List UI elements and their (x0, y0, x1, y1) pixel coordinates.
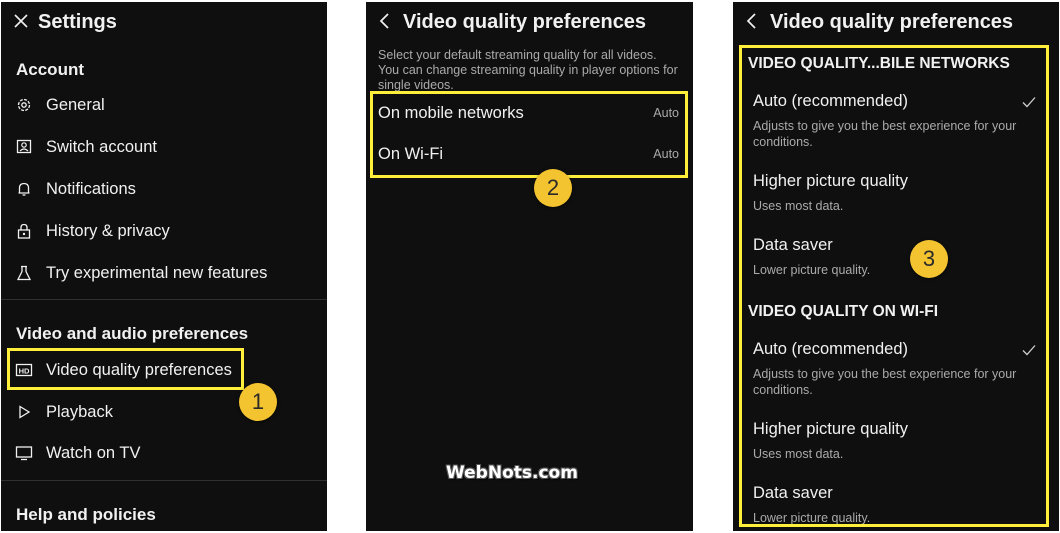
page-title: Video quality preferences (403, 10, 647, 33)
step-badge-3: 3 (910, 240, 948, 278)
help-section-title: Help and policies (16, 505, 156, 524)
back-arrow-icon[interactable] (376, 12, 394, 30)
menu-item-label: History & privacy (46, 221, 170, 240)
divider (1, 299, 327, 300)
switch-account-icon (15, 138, 33, 156)
close-icon[interactable] (13, 13, 29, 29)
menu-item-label: Watch on TV (46, 443, 141, 462)
quality-options-header: Video quality preferences (733, 2, 1059, 42)
video-quality-header: Video quality preferences (366, 2, 693, 42)
tv-icon (15, 444, 33, 462)
play-icon (15, 403, 33, 421)
menu-item-notifications[interactable]: Notifications (1, 171, 327, 207)
menu-item-watch-on-tv[interactable]: Watch on TV (1, 435, 327, 471)
menu-item-experimental-features[interactable]: Try experimental new features (1, 255, 327, 291)
account-section-title: Account (16, 60, 84, 79)
step-badge-2: 2 (534, 169, 572, 207)
menu-item-label: Notifications (46, 179, 136, 198)
menu-item-general[interactable]: General (1, 87, 327, 123)
back-arrow-icon[interactable] (743, 12, 761, 30)
highlight-box-video-quality (7, 348, 244, 390)
menu-item-label: Try experimental new features (46, 263, 268, 282)
video-audio-section-title: Video and audio preferences (16, 324, 249, 343)
menu-item-label: Playback (46, 402, 113, 421)
page-title: Video quality preferences (770, 10, 1014, 33)
gear-icon (15, 96, 33, 114)
step-badge-1: 1 (239, 383, 277, 421)
divider (1, 480, 327, 481)
description-text: Select your default streaming quality fo… (378, 48, 678, 92)
highlight-box-quality-options (739, 45, 1049, 527)
page-title: Settings (38, 10, 117, 33)
watermark-logo: WebNots.com (446, 463, 578, 483)
flask-icon (15, 264, 33, 282)
settings-header: Settings (1, 2, 327, 42)
menu-item-playback[interactable]: Playback (1, 394, 327, 430)
lock-icon (15, 222, 33, 240)
settings-panel: Settings Account General Switch account … (1, 2, 327, 531)
menu-item-history-privacy[interactable]: History & privacy (1, 213, 327, 249)
bell-icon (15, 180, 33, 198)
menu-item-label: General (46, 95, 105, 114)
menu-item-label: Switch account (46, 137, 157, 156)
menu-item-switch-account[interactable]: Switch account (1, 129, 327, 165)
highlight-box-network-settings (370, 91, 688, 178)
video-quality-panel: Video quality preferences Select your de… (366, 2, 693, 531)
